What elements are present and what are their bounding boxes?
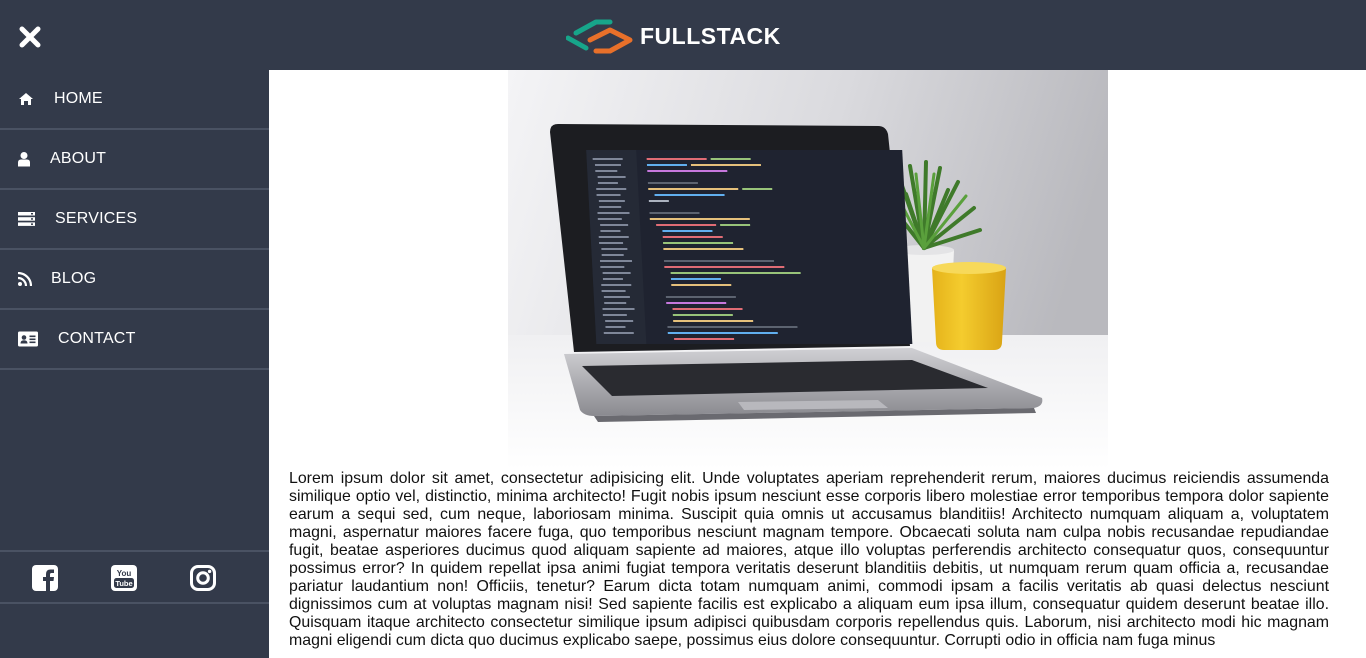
contact-card-icon: [18, 331, 38, 347]
sidebar-item-about[interactable]: ABOUT: [0, 130, 269, 190]
social-links: You Tube: [0, 550, 269, 604]
sidebar-item-label: SERVICES: [55, 210, 138, 227]
top-navbar: FULLSTACK: [0, 0, 1366, 70]
sidebar-item-home[interactable]: HOME: [0, 70, 269, 130]
sidebar: HOME ABOUT SERVICES BLOG CONTACT You Tub…: [0, 70, 269, 658]
close-icon[interactable]: [18, 25, 42, 49]
brand-logo-icon: [566, 19, 633, 54]
rss-icon: [18, 272, 32, 286]
main-content: Lorem ipsum dolor sit amet, consectetur …: [269, 70, 1346, 658]
article-text: Lorem ipsum dolor sit amet, consectetur …: [289, 470, 1329, 649]
home-icon: [18, 92, 34, 106]
sidebar-item-label: BLOG: [51, 270, 97, 287]
sidebar-item-label: HOME: [54, 90, 103, 107]
sidebar-item-label: ABOUT: [50, 150, 107, 167]
sidebar-item-label: CONTACT: [58, 330, 136, 347]
svg-text:You: You: [117, 569, 132, 578]
brand-name: FULLSTACK: [640, 23, 781, 49]
brand[interactable]: FULLSTACK: [566, 18, 781, 54]
svg-text:Tube: Tube: [115, 579, 132, 588]
server-icon: [18, 212, 35, 226]
sidebar-item-services[interactable]: SERVICES: [0, 190, 269, 250]
sidebar-item-blog[interactable]: BLOG: [0, 250, 269, 310]
hero-image: [508, 70, 1108, 470]
user-icon: [18, 152, 30, 167]
youtube-icon[interactable]: You Tube: [110, 564, 138, 592]
sidebar-item-contact[interactable]: CONTACT: [0, 310, 269, 370]
facebook-icon[interactable]: [31, 564, 59, 592]
instagram-icon[interactable]: [189, 564, 217, 592]
